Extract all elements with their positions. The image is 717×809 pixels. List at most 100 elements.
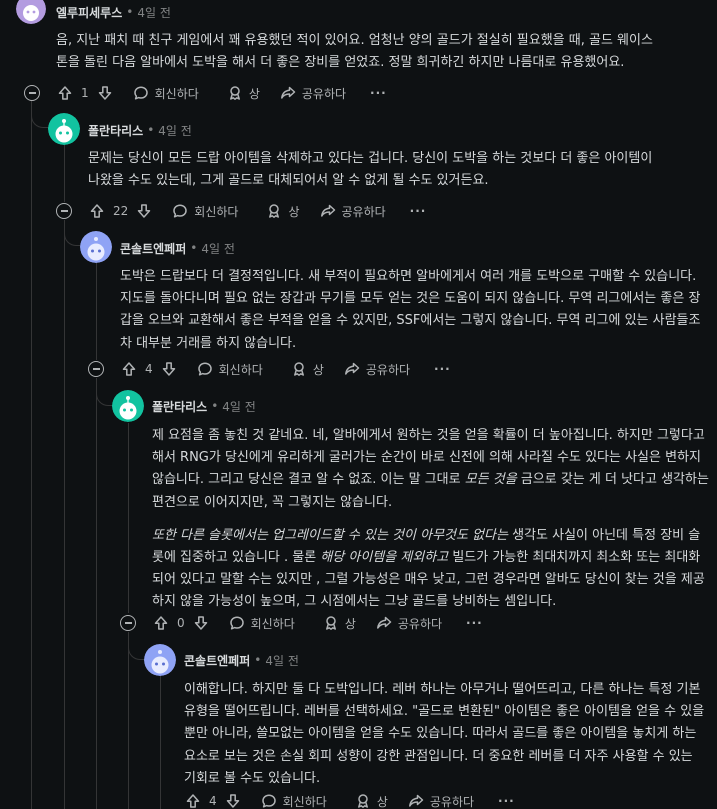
share-button[interactable]: 공유하다 bbox=[376, 615, 442, 632]
thread-curve bbox=[64, 222, 82, 246]
thread-line bbox=[64, 142, 65, 202]
comment-actions: 0 회신하다 상 공유하다 ··· bbox=[152, 612, 483, 634]
comment-timestamp[interactable]: 4일 전 bbox=[222, 398, 256, 415]
share-arrow-icon bbox=[320, 203, 336, 219]
comment-timestamp[interactable]: 4일 전 bbox=[201, 240, 235, 257]
share-button[interactable]: 공유하다 bbox=[408, 793, 474, 809]
avatar[interactable] bbox=[48, 113, 80, 145]
thread-line bbox=[160, 670, 161, 809]
text-run: 문제는 당신이 모든 드랍 아이템을 삭제하고 있다는 겁니다. 당신이 도박을… bbox=[88, 151, 653, 189]
award-button-label: 상 bbox=[344, 616, 356, 631]
avatar[interactable] bbox=[144, 644, 176, 676]
more-options-button[interactable]: ··· bbox=[410, 204, 427, 218]
comment-author[interactable]: 콘솔트엔페퍼 bbox=[184, 652, 250, 669]
collapse-thread-button[interactable] bbox=[24, 85, 40, 101]
upvote-icon[interactable] bbox=[121, 361, 137, 377]
share-button-label: 공유하다 bbox=[301, 86, 347, 101]
award-icon bbox=[355, 793, 371, 809]
upvote-icon[interactable] bbox=[153, 615, 169, 631]
speech-bubble-icon bbox=[133, 85, 149, 101]
share-button[interactable]: 공유하다 bbox=[344, 361, 410, 378]
comment-body: 제 요점을 좀 놓친 것 같네요. 네, 알바에게서 원하는 것을 얻을 확률이… bbox=[152, 425, 710, 614]
reply-button[interactable]: 회신하다 bbox=[229, 615, 295, 632]
vote-count: 22 bbox=[113, 204, 129, 218]
share-button-label: 공유하다 bbox=[365, 362, 411, 377]
more-options-button[interactable]: ··· bbox=[370, 86, 387, 100]
reply-button-label: 회신하다 bbox=[282, 794, 327, 809]
upvote-icon[interactable] bbox=[89, 203, 105, 219]
share-button-label: 공유하다 bbox=[429, 794, 475, 809]
comment-paragraph: 제 요점을 좀 놓친 것 같네요. 네, 알바에게서 원하는 것을 얻을 확률이… bbox=[152, 425, 710, 514]
share-arrow-icon bbox=[408, 793, 424, 809]
more-options-button[interactable]: ··· bbox=[466, 616, 483, 630]
share-button[interactable]: 공유하다 bbox=[320, 203, 386, 220]
share-button[interactable]: 공유하다 bbox=[280, 85, 346, 102]
collapse-thread-button[interactable] bbox=[56, 203, 72, 219]
separator-dot: • bbox=[126, 5, 134, 19]
comment-author[interactable]: 폴란타리스 bbox=[88, 122, 143, 139]
comment-actions: 4 회신하다 상 공유하다 ··· bbox=[120, 358, 451, 380]
award-button-label: 상 bbox=[288, 204, 300, 219]
thread-line bbox=[96, 378, 97, 809]
comment-author[interactable]: 폴란타리스 bbox=[152, 398, 207, 415]
reply-button[interactable]: 회신하다 bbox=[261, 793, 327, 809]
award-button[interactable]: 상 bbox=[227, 85, 260, 102]
more-options-button[interactable]: ··· bbox=[498, 794, 515, 808]
downvote-icon[interactable] bbox=[193, 615, 209, 631]
comment-timestamp[interactable]: 4일 전 bbox=[265, 652, 299, 669]
share-arrow-icon bbox=[344, 361, 360, 377]
text-run: 음, 지난 패치 때 친구 게임에서 꽤 유용했던 적이 있어요. 엄청난 양의… bbox=[56, 33, 653, 71]
award-button-label: 상 bbox=[248, 86, 260, 101]
separator-dot: • bbox=[211, 399, 219, 413]
downvote-icon[interactable] bbox=[225, 793, 241, 809]
downvote-icon[interactable] bbox=[97, 85, 113, 101]
separator-dot: • bbox=[190, 241, 198, 255]
speech-bubble-icon bbox=[261, 793, 277, 809]
upvote-icon[interactable] bbox=[185, 793, 201, 809]
share-button-label: 공유하다 bbox=[397, 616, 443, 631]
award-button[interactable]: 상 bbox=[266, 203, 300, 220]
avatar[interactable] bbox=[80, 231, 112, 263]
reply-button-label: 회신하다 bbox=[154, 86, 199, 101]
reply-button[interactable]: 회신하다 bbox=[133, 85, 199, 102]
speech-bubble-icon bbox=[172, 203, 188, 219]
downvote-icon[interactable] bbox=[161, 361, 177, 377]
award-button[interactable]: 상 bbox=[323, 615, 356, 632]
award-button[interactable]: 상 bbox=[291, 361, 324, 378]
reply-button-label: 회신하다 bbox=[194, 204, 239, 219]
more-options-button[interactable]: ··· bbox=[434, 362, 451, 376]
upvote-icon[interactable] bbox=[57, 85, 73, 101]
italic-text: 또한 다른 슬롯에서는 업그레이드할 수 있는 것이 아무것도 없다는 bbox=[152, 527, 508, 543]
comment-paragraph: 이해합니다. 하지만 둘 다 도박입니다. 레버 하나는 아무거나 떨어뜨리고,… bbox=[184, 679, 706, 790]
comment-author[interactable]: 콘솔트엔페퍼 bbox=[120, 240, 186, 257]
downvote-icon[interactable] bbox=[136, 203, 152, 219]
award-button[interactable]: 상 bbox=[355, 793, 388, 809]
avatar[interactable] bbox=[16, 0, 46, 24]
comment-actions: 4 회신하다 상 공유하다 ··· bbox=[184, 790, 515, 809]
share-arrow-icon bbox=[376, 615, 392, 631]
reply-button[interactable]: 회신하다 bbox=[197, 361, 263, 378]
italic-text: 모든 것을 bbox=[464, 472, 517, 488]
award-icon bbox=[323, 615, 339, 631]
comment-body: 도박은 드랍보다 더 결정적입니다. 새 부적이 필요하면 알바에게서 여러 개… bbox=[120, 266, 708, 355]
comment-timestamp[interactable]: 4일 전 bbox=[158, 122, 192, 139]
collapse-thread-button[interactable] bbox=[120, 615, 136, 631]
thread-line bbox=[128, 423, 129, 613]
separator-dot: • bbox=[254, 653, 262, 667]
reply-button-label: 회신하다 bbox=[218, 362, 263, 377]
vote-count: 4 bbox=[145, 362, 153, 376]
reply-button[interactable]: 회신하다 bbox=[172, 203, 238, 220]
collapse-thread-button[interactable] bbox=[88, 361, 104, 377]
thread-curve bbox=[31, 104, 49, 128]
comment-body: 이해합니다. 하지만 둘 다 도박입니다. 레버 하나는 아무거나 떨어뜨리고,… bbox=[184, 679, 706, 790]
avatar[interactable] bbox=[112, 390, 144, 422]
comment-paragraph: 또한 다른 슬롯에서는 업그레이드할 수 있는 것이 아무것도 없다는 생각도 … bbox=[152, 525, 710, 614]
award-icon bbox=[266, 203, 282, 219]
separator-dot: • bbox=[147, 123, 155, 137]
comment-timestamp[interactable]: 4일 전 bbox=[137, 4, 171, 21]
share-arrow-icon bbox=[280, 85, 296, 101]
vote-count: 0 bbox=[177, 616, 185, 630]
comment-body: 문제는 당신이 모든 드랍 아이템을 삭제하고 있다는 겁니다. 당신이 도박을… bbox=[88, 148, 658, 192]
reply-button-label: 회신하다 bbox=[250, 616, 295, 631]
comment-author[interactable]: 엘루피세루스 bbox=[56, 4, 122, 21]
